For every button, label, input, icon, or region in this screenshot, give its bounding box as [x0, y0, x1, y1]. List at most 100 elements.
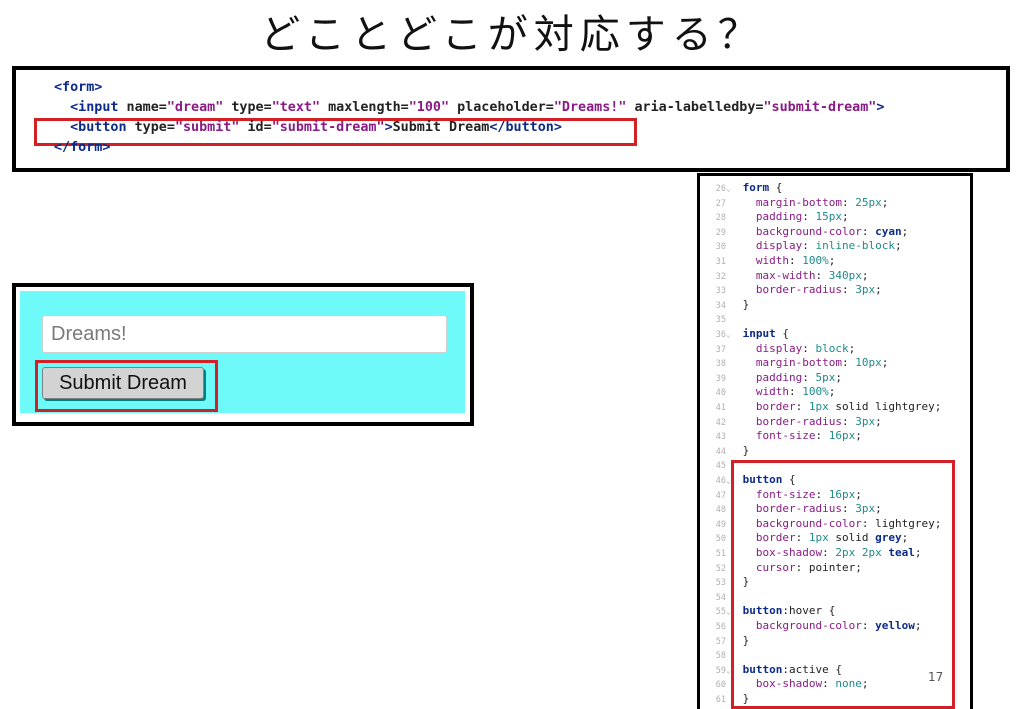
css-code-line: 33 border-radius: 3px; — [700, 283, 882, 298]
html-token: <form> — [54, 80, 103, 95]
css-token: : — [815, 429, 829, 443]
line-number: 55 — [715, 607, 726, 618]
css-token: solid lightgrey; — [828, 400, 942, 413]
css-token: 16px — [828, 429, 856, 443]
button-highlight — [35, 360, 218, 412]
html-snippet-panel: <form> <input name="dream" type="text" m… — [12, 66, 1010, 172]
line-number: 44 — [715, 446, 726, 457]
fold-chevron-icon[interactable]: ⌄ — [726, 328, 736, 343]
css-token: : — [795, 400, 809, 413]
css-token: border-radius — [742, 283, 842, 297]
css-code-line: 31 width: 100%; — [700, 254, 836, 269]
css-token: : — [841, 283, 856, 297]
css-code-line: 40 width: 100%; — [700, 385, 836, 400]
line-number: 61 — [715, 695, 726, 705]
css-token: ; — [881, 195, 889, 209]
dream-input-placeholder: Dreams! — [51, 323, 127, 345]
css-token: : — [802, 341, 816, 355]
css-token: : — [802, 210, 816, 224]
css-token: ; — [828, 385, 836, 399]
css-token: margin-bottom — [742, 356, 842, 370]
css-token: : — [841, 414, 856, 428]
html-token: maxlength= — [320, 100, 409, 115]
css-token: display — [742, 341, 803, 355]
css-code-line: 43 font-size: 16px; — [700, 429, 862, 444]
css-token: } — [742, 297, 750, 311]
line-number: 51 — [715, 549, 726, 559]
line-number: 57 — [715, 636, 726, 647]
css-token: : — [788, 385, 803, 399]
line-number: 38 — [715, 359, 726, 370]
css-token: : — [802, 239, 816, 253]
css-code-line: 37 display: block; — [700, 342, 855, 357]
css-code-line: 38 margin-bottom: 10px; — [700, 356, 889, 371]
css-token: ; — [835, 370, 842, 384]
css-token: input — [742, 327, 776, 340]
css-token: 340px — [828, 268, 862, 282]
css-token: { — [769, 181, 783, 194]
line-number: 39 — [715, 373, 726, 384]
css-token: width — [742, 385, 789, 399]
html-code-line: <button type="submit" id="submit-dream">… — [54, 120, 562, 135]
line-number: 48 — [715, 505, 726, 516]
html-code-line: <form> — [54, 80, 102, 95]
line-number: 45 — [715, 461, 726, 472]
css-token: 3px — [855, 283, 876, 297]
css-token: : — [815, 268, 829, 282]
line-number: 43 — [715, 432, 726, 443]
line-number: 49 — [715, 519, 726, 530]
line-number: 28 — [715, 213, 726, 224]
css-token: padding — [742, 370, 803, 384]
css-token: border-radius — [742, 414, 842, 428]
fold-chevron-icon[interactable]: ⌄ — [726, 182, 736, 197]
line-number: 56 — [715, 622, 726, 632]
css-token: border — [742, 400, 796, 413]
css-token: ; — [855, 429, 862, 443]
css-token: ; — [901, 224, 909, 238]
css-token: form — [742, 181, 770, 194]
css-token: 10px — [855, 356, 882, 370]
css-token: : — [788, 254, 803, 267]
css-token: font-size — [742, 429, 816, 443]
css-token: cyan — [875, 224, 902, 238]
slide-title: どことどこが対応する？ — [260, 12, 764, 58]
html-token: name= — [118, 100, 167, 115]
css-token: ; — [875, 414, 882, 428]
css-code-line: 39 padding: 5px; — [700, 371, 842, 386]
css-token: background-color — [742, 224, 862, 238]
line-number: 32 — [715, 271, 726, 282]
html-token: aria-labelledby= — [626, 100, 764, 115]
css-token: padding — [742, 210, 803, 224]
css-token: ; — [848, 341, 856, 355]
css-token: ; — [828, 254, 836, 267]
line-number: 60 — [715, 680, 726, 691]
html-token: "100" — [408, 100, 450, 115]
line-number: 41 — [715, 403, 726, 413]
line-number: 54 — [715, 592, 726, 603]
css-code-line: 44 } — [700, 443, 750, 459]
html-code-line: <input name="dream" type="text" maxlengt… — [54, 100, 884, 115]
html-token: "submit-dream" — [271, 120, 385, 135]
css-token: inline-block — [815, 239, 895, 253]
dream-input[interactable]: Dreams! — [42, 315, 447, 353]
css-code-line: 29 background-color: cyan; — [700, 225, 908, 240]
html-token: placeholder= — [449, 100, 554, 115]
line-number: 53 — [715, 578, 726, 589]
html-token: "submit-dream" — [763, 100, 877, 115]
css-code-line: 36⌄ input { — [700, 327, 789, 342]
html-token: Submit Dream — [392, 120, 490, 135]
css-code-line: 30 display: inline-block; — [700, 239, 902, 254]
css-token: margin-bottom — [742, 195, 842, 209]
css-token: } — [742, 443, 750, 457]
html-code-line: </form> — [54, 140, 110, 155]
css-token: ; — [881, 356, 889, 370]
line-number: 58 — [715, 651, 726, 662]
dream-form: Dreams! Submit Dream — [20, 291, 465, 413]
css-code-line: 28 padding: 15px; — [700, 210, 849, 225]
css-token: display — [742, 239, 803, 253]
css-token: 100% — [802, 254, 829, 267]
line-number: 52 — [715, 563, 726, 574]
css-token: 1px — [808, 400, 829, 413]
css-code-line: 41 border: 1px solid lightgrey; — [700, 400, 942, 415]
css-token: 100% — [802, 385, 829, 399]
